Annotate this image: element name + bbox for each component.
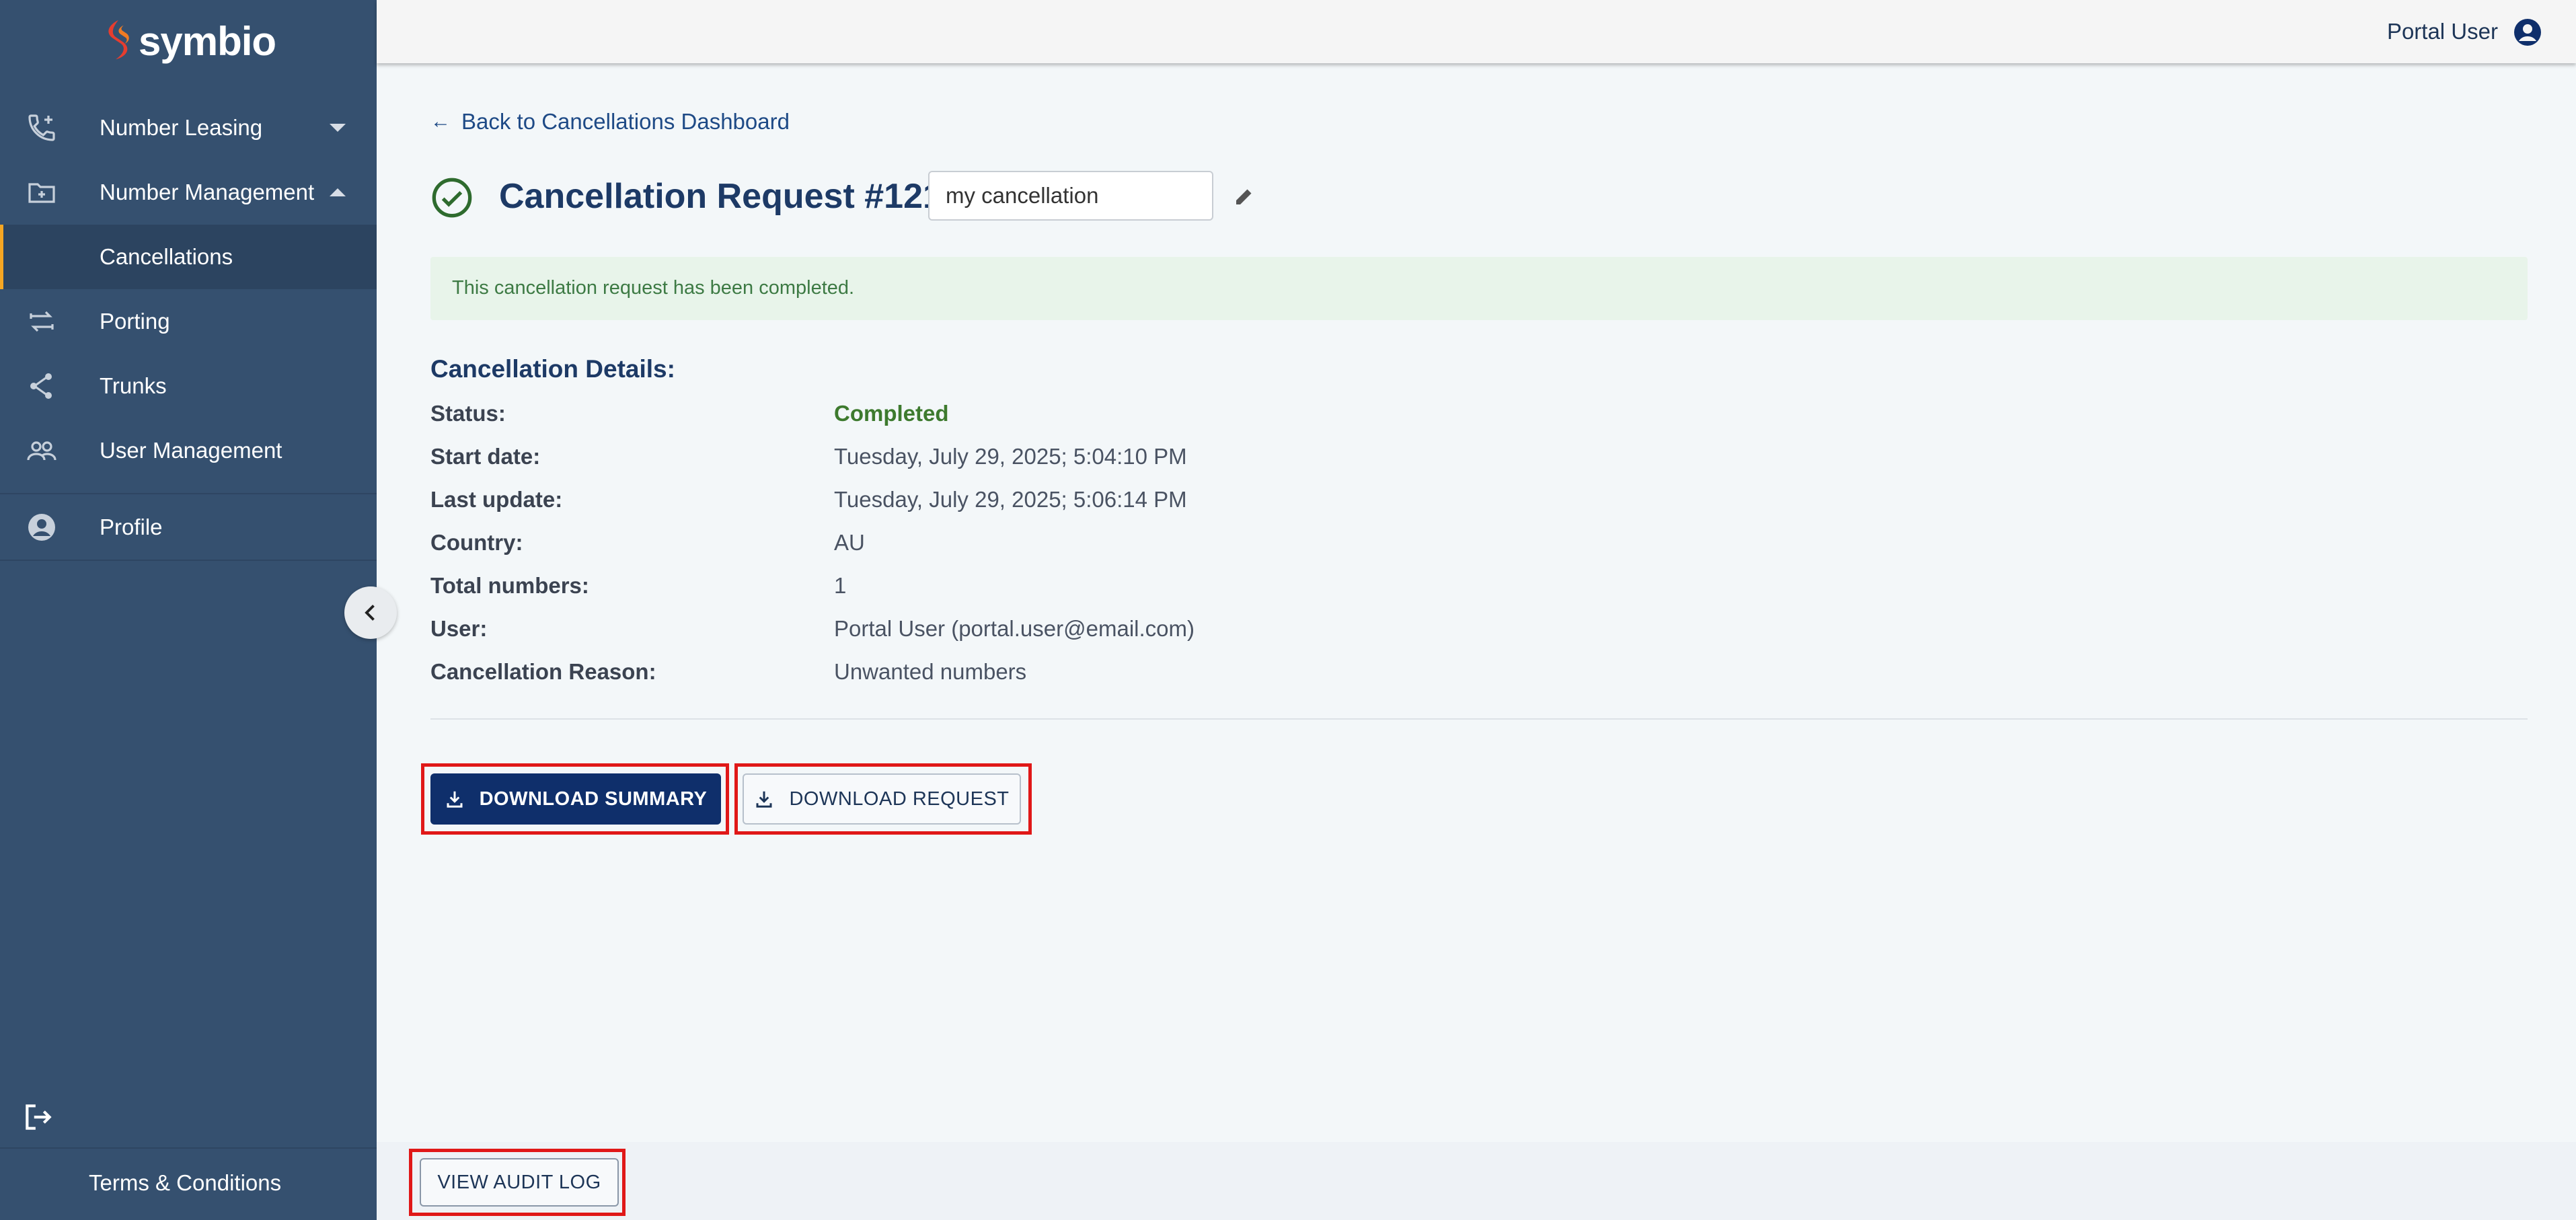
detail-label-status: Status: (430, 401, 506, 426)
download-request-button[interactable]: DOWNLOAD REQUEST (743, 773, 1021, 825)
detail-label-total-numbers: Total numbers: (430, 573, 589, 598)
sidebar-item-label: Profile (100, 514, 163, 539)
sidebar-item-label: Trunks (100, 373, 167, 398)
sidebar-item-label: Number Leasing (100, 115, 263, 140)
sidebar-item-label: Porting (100, 309, 170, 334)
detail-value-user: Portal User (portal.user@email.com) (834, 616, 1195, 641)
completion-alert: This cancellation request has been compl… (430, 257, 2528, 320)
logo-text: symbio (139, 18, 276, 64)
active-indicator (0, 225, 3, 289)
top-bar: Portal User (377, 0, 2576, 63)
sidebar-item-porting[interactable]: Porting (0, 289, 377, 354)
download-summary-label: DOWNLOAD SUMMARY (479, 788, 708, 810)
detail-value-country: AU (834, 530, 865, 555)
back-to-dashboard-link[interactable]: ← Back to Cancellations Dashboard (430, 109, 790, 135)
check-circle-icon (430, 176, 473, 219)
page-title: Cancellation Request #121 (499, 177, 942, 216)
download-request-label: DOWNLOAD REQUEST (789, 788, 1010, 810)
phone-add-icon (26, 112, 58, 144)
sidebar: symbio Number Leasing Number Management … (0, 0, 377, 1220)
account-circle-icon[interactable] (2511, 16, 2544, 48)
sidebar-item-label: User Management (100, 438, 282, 463)
sidebar-divider (0, 560, 377, 561)
back-link-label: Back to Cancellations Dashboard (461, 109, 790, 134)
download-icon (447, 791, 463, 808)
request-name-input[interactable] (928, 171, 1213, 221)
collapse-sidebar-button[interactable] (344, 586, 397, 639)
alert-text: This cancellation request has been compl… (452, 277, 855, 299)
terms-and-conditions-link[interactable]: Terms & Conditions (89, 1170, 281, 1196)
sidebar-item-number-leasing[interactable]: Number Leasing (0, 96, 377, 160)
pencil-edit-icon[interactable] (1232, 184, 1256, 208)
detail-label-country: Country: (430, 530, 523, 555)
chevron-down-icon (330, 124, 346, 132)
detail-value-last-update: Tuesday, July 29, 2025; 5:06:14 PM (834, 487, 1187, 512)
download-summary-button[interactable]: DOWNLOAD SUMMARY (430, 773, 721, 825)
detail-value-status: Completed (834, 401, 949, 426)
detail-label-start-date: Start date: (430, 444, 541, 469)
share-icon (26, 370, 58, 402)
logout-icon[interactable] (22, 1100, 55, 1134)
sidebar-item-number-management[interactable]: Number Management (0, 160, 377, 225)
people-icon (26, 434, 58, 467)
symbio-logo-icon (108, 20, 129, 60)
detail-value-total-numbers: 1 (834, 573, 847, 598)
detail-label-last-update: Last update: (430, 487, 563, 512)
symbio-logo[interactable]: symbio (100, 17, 276, 65)
detail-label-user: User: (430, 616, 488, 641)
detail-value-start-date: Tuesday, July 29, 2025; 5:04:10 PM (834, 444, 1187, 469)
folder-add-icon (26, 176, 58, 208)
detail-value-cancellation-reason: Unwanted numbers (834, 659, 1027, 684)
sidebar-divider (0, 493, 377, 494)
sidebar-item-label: Cancellations (100, 244, 233, 269)
view-audit-log-label: VIEW AUDIT LOG (437, 1171, 601, 1193)
sidebar-item-profile[interactable]: Profile (0, 495, 377, 560)
sidebar-item-trunks[interactable]: Trunks (0, 354, 377, 418)
arrow-left-icon: ← (430, 110, 451, 132)
section-divider (430, 718, 2528, 720)
view-audit-log-button[interactable]: VIEW AUDIT LOG (420, 1158, 619, 1207)
user-name[interactable]: Portal User (2387, 19, 2498, 44)
detail-label-cancellation-reason: Cancellation Reason: (430, 659, 656, 684)
account-circle-icon (26, 511, 58, 543)
sidebar-item-user-management[interactable]: User Management (0, 418, 377, 483)
download-icon (756, 791, 772, 808)
chevron-up-icon (330, 188, 346, 196)
sidebar-divider (0, 1147, 377, 1149)
chevron-left-icon (365, 605, 375, 621)
swap-icon (26, 305, 58, 338)
sidebar-item-label: Number Management (100, 180, 315, 204)
details-title: Cancellation Details: (430, 355, 675, 383)
footer-bar (377, 1142, 2576, 1220)
sidebar-item-cancellations[interactable]: Cancellations (0, 225, 377, 289)
